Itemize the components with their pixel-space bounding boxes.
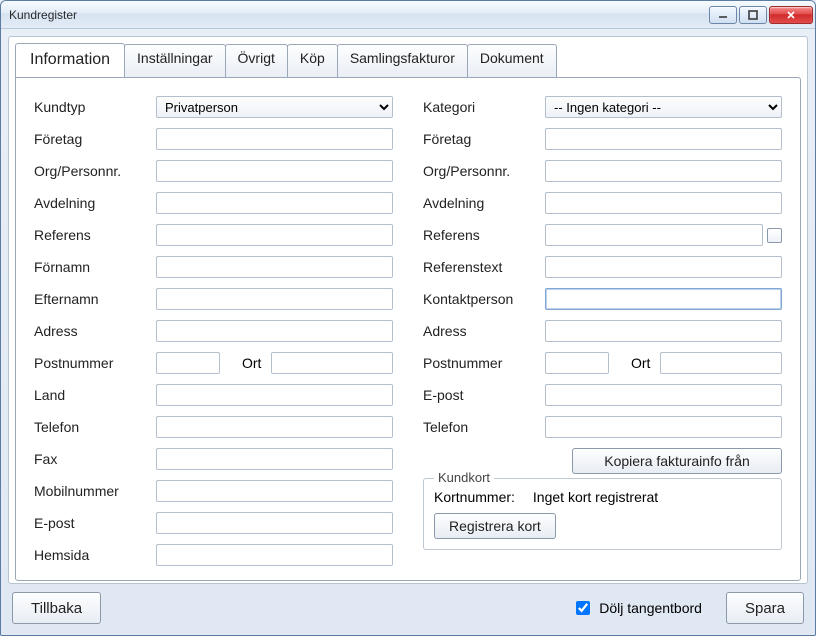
kundtyp-select[interactable]: Privatperson [156, 96, 393, 118]
client-area: Information Inställningar Övrigt Köp Sam… [8, 36, 808, 584]
r-referenstext-input[interactable] [545, 256, 782, 278]
tillbaka-button[interactable]: Tillbaka [12, 592, 101, 624]
r-telefon-input[interactable] [545, 416, 782, 438]
epost-input[interactable] [156, 512, 393, 534]
window-title: Kundregister [9, 8, 707, 22]
r-avdelning-input[interactable] [545, 192, 782, 214]
land-input[interactable] [156, 384, 393, 406]
right-column: Kategori -- Ingen kategori -- Företag Or… [423, 92, 782, 566]
minimize-button[interactable] [709, 6, 737, 24]
fax-label: Fax [34, 451, 156, 467]
land-label: Land [34, 387, 156, 403]
r-telefon-label: Telefon [423, 419, 545, 435]
bottom-bar: Tillbaka Dölj tangentbord Spara [8, 588, 808, 628]
fornamn-input[interactable] [156, 256, 393, 278]
r-referens-checkbox[interactable] [767, 228, 782, 243]
avdelning-input[interactable] [156, 192, 393, 214]
title-bar: Kundregister [1, 1, 815, 29]
left-column: Kundtyp Privatperson Företag Org/Personn… [34, 92, 393, 566]
tab-page-information: Kundtyp Privatperson Företag Org/Personn… [15, 77, 801, 581]
tab-samlingsfakturor[interactable]: Samlingsfakturor [337, 44, 468, 78]
ort-label: Ort [242, 355, 261, 371]
r-adress-input[interactable] [545, 320, 782, 342]
r-orgpers-label: Org/Personnr. [423, 163, 545, 179]
tab-strip: Information Inställningar Övrigt Köp Sam… [9, 37, 807, 77]
fornamn-label: Förnamn [34, 259, 156, 275]
kategori-label: Kategori [423, 99, 545, 115]
foretag-label: Företag [34, 131, 156, 147]
postnummer-label: Postnummer [34, 355, 156, 371]
mobil-label: Mobilnummer [34, 483, 156, 499]
orgpers-label: Org/Personnr. [34, 163, 156, 179]
r-epost-label: E-post [423, 387, 545, 403]
kortnummer-label: Kortnummer: [434, 489, 515, 505]
adress-input[interactable] [156, 320, 393, 342]
dolj-tangentbord-line[interactable]: Dölj tangentbord [572, 598, 702, 618]
window-buttons [707, 6, 813, 24]
r-postnummer-input[interactable] [545, 352, 609, 374]
r-referens-label: Referens [423, 227, 545, 243]
kundkort-legend: Kundkort [434, 470, 494, 485]
dolj-tangentbord-label: Dölj tangentbord [599, 600, 702, 616]
r-foretag-label: Företag [423, 131, 545, 147]
maximize-button[interactable] [739, 6, 767, 24]
tab-kop[interactable]: Köp [287, 44, 338, 78]
hemsida-label: Hemsida [34, 547, 156, 563]
r-kontaktperson-label: Kontaktperson [423, 291, 545, 307]
r-ort-input[interactable] [660, 352, 782, 374]
r-kontaktperson-input[interactable] [545, 288, 782, 310]
spara-button[interactable]: Spara [726, 592, 804, 624]
avdelning-label: Avdelning [34, 195, 156, 211]
tab-installningar[interactable]: Inställningar [124, 44, 226, 78]
postnummer-input[interactable] [156, 352, 220, 374]
r-foretag-input[interactable] [545, 128, 782, 150]
mobil-input[interactable] [156, 480, 393, 502]
close-button[interactable] [769, 6, 813, 24]
ort-input[interactable] [271, 352, 393, 374]
tab-dokument[interactable]: Dokument [467, 44, 557, 78]
kategori-select[interactable]: -- Ingen kategori -- [545, 96, 782, 118]
r-avdelning-label: Avdelning [423, 195, 545, 211]
r-postnummer-label: Postnummer [423, 355, 545, 371]
orgpers-input[interactable] [156, 160, 393, 182]
registrera-kort-button[interactable]: Registrera kort [434, 513, 556, 539]
hemsida-input[interactable] [156, 544, 393, 566]
tab-information[interactable]: Information [15, 43, 125, 77]
r-ort-label: Ort [631, 355, 650, 371]
telefon-input[interactable] [156, 416, 393, 438]
r-referenstext-label: Referenstext [423, 259, 545, 275]
r-adress-label: Adress [423, 323, 545, 339]
dolj-tangentbord-checkbox[interactable] [576, 601, 590, 615]
efternamn-input[interactable] [156, 288, 393, 310]
tab-ovrigt[interactable]: Övrigt [225, 44, 288, 78]
referens-input[interactable] [156, 224, 393, 246]
referens-label: Referens [34, 227, 156, 243]
r-referens-input[interactable] [545, 224, 763, 246]
fax-input[interactable] [156, 448, 393, 470]
kopiera-fakturainfo-button[interactable]: Kopiera fakturainfo från [572, 448, 782, 474]
kundkort-group: Kundkort Kortnummer: Inget kort registre… [423, 478, 782, 550]
kortnummer-value: Inget kort registrerat [533, 489, 658, 505]
r-epost-input[interactable] [545, 384, 782, 406]
kundtyp-label: Kundtyp [34, 99, 156, 115]
r-orgpers-input[interactable] [545, 160, 782, 182]
foretag-input[interactable] [156, 128, 393, 150]
efternamn-label: Efternamn [34, 291, 156, 307]
telefon-label: Telefon [34, 419, 156, 435]
epost-label: E-post [34, 515, 156, 531]
adress-label: Adress [34, 323, 156, 339]
